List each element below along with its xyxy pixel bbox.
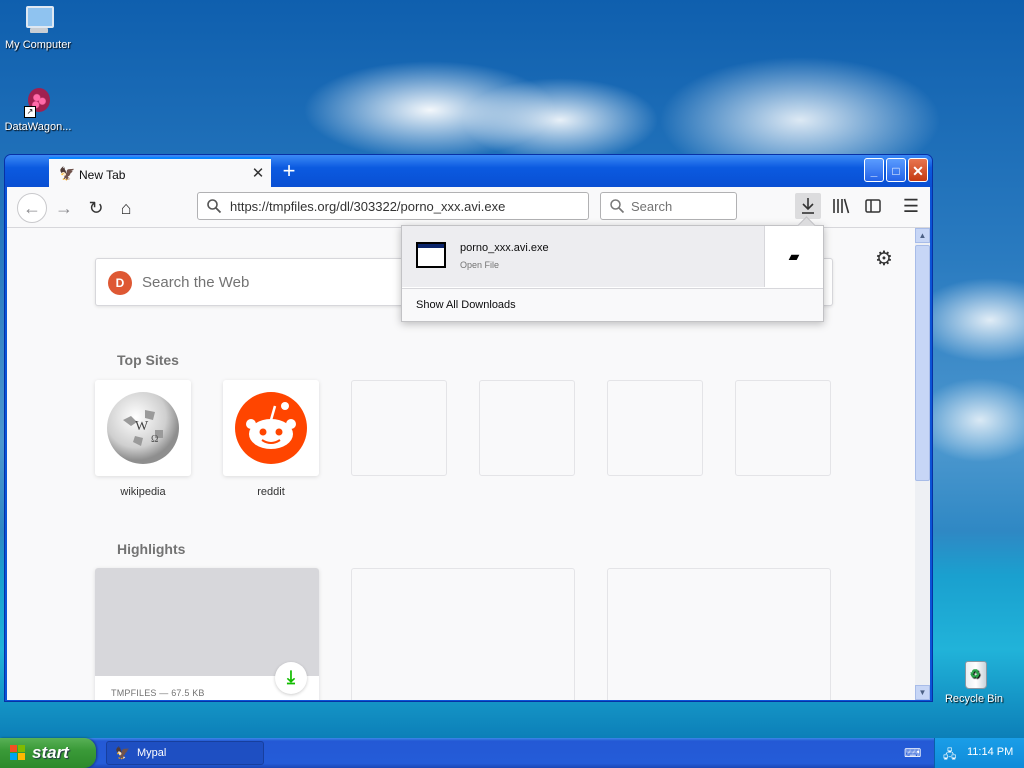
search-bar[interactable]: Search <box>600 192 737 220</box>
top-site-label: reddit <box>257 486 285 498</box>
search-placeholder: Search <box>631 199 673 214</box>
top-site-wikipedia[interactable]: W Ω <box>95 380 191 476</box>
highlight-preview <box>95 568 319 676</box>
navigation-toolbar: ← → ↻ ⌂ https://tmpfiles.org/dl/303322/p… <box>7 187 930 228</box>
download-icon: ⤓ <box>275 662 307 694</box>
tab-close-icon[interactable]: ✕ <box>249 165 267 183</box>
open-containing-folder-button[interactable]: ▰ <box>764 226 823 287</box>
highlight-meta: TMPFILES — 67.5 KB <box>111 688 205 698</box>
menu-button[interactable]: ☰ <box>898 193 924 219</box>
svg-text:Ω: Ω <box>151 434 158 445</box>
show-all-downloads-button[interactable]: Show All Downloads <box>402 288 823 321</box>
wikipedia-globe-icon: W Ω <box>107 392 179 464</box>
top-site-empty <box>479 380 575 476</box>
start-button[interactable]: start <box>0 738 96 768</box>
windows-logo-icon <box>10 745 26 761</box>
taskbar-item-label: Mypal <box>137 747 167 759</box>
show-all-downloads-label: Show All Downloads <box>416 299 516 311</box>
top-site-reddit[interactable] <box>223 380 319 476</box>
desktop-icon-label: My Computer <box>4 39 72 51</box>
url-bar[interactable]: https://tmpfiles.org/dl/303322/porno_xxx… <box>197 192 589 220</box>
folder-icon: ▰ <box>788 248 800 264</box>
downloads-button[interactable] <box>795 193 821 219</box>
taskbar: start 🦅 Mypal ⌨ 🖧 11:14 PM <box>0 738 1024 768</box>
highlight-empty <box>607 568 831 700</box>
scroll-up-button[interactable]: ▲ <box>915 228 930 243</box>
desktop-icon-label: DataWagon... <box>4 121 72 133</box>
title-bar[interactable]: 🦅 New Tab ✕ + _ □ ✕ <box>5 155 932 189</box>
download-filename: porno_xxx.avi.exe <box>460 242 549 254</box>
forward-button[interactable]: → <box>51 195 77 221</box>
search-icon <box>207 199 222 214</box>
system-tray: 🖧 11:14 PM <box>934 738 1024 768</box>
desktop-icon-label: Recycle Bin <box>944 693 1004 705</box>
mypal-app-icon: 🦅 <box>115 746 130 760</box>
close-window-button[interactable]: ✕ <box>908 158 928 182</box>
recycle-bin-icon: ♻ <box>958 658 990 690</box>
desktop-icon-datawagon[interactable]: ↗ DataWagon... <box>0 86 76 133</box>
highlight-card[interactable]: ⤓ TMPFILES — 67.5 KB <box>95 568 319 700</box>
settings-gear-icon[interactable]: ⚙ <box>873 248 895 270</box>
mypal-favicon-icon: 🦅 <box>59 166 76 181</box>
tab-title: New Tab <box>79 168 126 182</box>
start-label: start <box>32 743 69 762</box>
taskbar-item-mypal[interactable]: 🦅 Mypal <box>106 741 264 765</box>
search-icon <box>610 199 625 214</box>
download-icon <box>802 198 814 214</box>
top-sites-heading: Top Sites <box>117 352 179 368</box>
sidebar-icon <box>865 199 881 213</box>
svg-text:W: W <box>135 419 149 434</box>
download-status: Open File <box>460 260 500 270</box>
download-item[interactable]: porno_xxx.avi.exe Open File <box>402 226 764 287</box>
sidebar-button[interactable] <box>860 193 886 219</box>
scroll-thumb[interactable] <box>915 245 930 481</box>
desktop-icon-recycle-bin[interactable]: ♻ Recycle Bin <box>936 658 1012 705</box>
scroll-down-button[interactable]: ▼ <box>915 685 930 700</box>
network-tray-icon[interactable]: 🖧 <box>943 745 956 766</box>
back-button[interactable]: ← <box>17 193 47 223</box>
tab-new-tab[interactable]: 🦅 New Tab ✕ <box>49 157 271 189</box>
library-icon <box>833 198 850 214</box>
new-tab-button[interactable]: + <box>275 159 303 185</box>
minimize-button[interactable]: _ <box>864 158 884 182</box>
keyboard-icon[interactable]: ⌨ <box>904 746 921 760</box>
top-site-empty <box>735 380 831 476</box>
datawagon-shortcut-icon: ↗ <box>22 86 54 118</box>
highlights-heading: Highlights <box>117 541 186 557</box>
clock[interactable]: 11:14 PM <box>967 746 1013 758</box>
vertical-scrollbar[interactable]: ▲ ▼ <box>915 228 930 700</box>
web-search-placeholder: Search the Web <box>142 274 250 291</box>
computer-icon <box>22 4 54 36</box>
home-button[interactable]: ⌂ <box>113 195 139 221</box>
top-site-label: wikipedia <box>120 486 166 498</box>
downloads-panel: porno_xxx.avi.exe Open File ▰ Show All D… <box>401 216 824 322</box>
reddit-alien-icon <box>235 392 307 464</box>
top-site-empty <box>351 380 447 476</box>
duckduckgo-icon: D <box>108 271 132 295</box>
library-button[interactable] <box>828 193 854 219</box>
desktop-icon-my-computer[interactable]: My Computer <box>0 4 76 51</box>
maximize-button[interactable]: □ <box>886 158 906 182</box>
top-site-empty <box>607 380 703 476</box>
url-text: https://tmpfiles.org/dl/303322/porno_xxx… <box>230 199 506 214</box>
reload-button[interactable]: ↻ <box>83 195 109 221</box>
executable-file-icon <box>416 242 446 268</box>
highlight-empty <box>351 568 575 700</box>
